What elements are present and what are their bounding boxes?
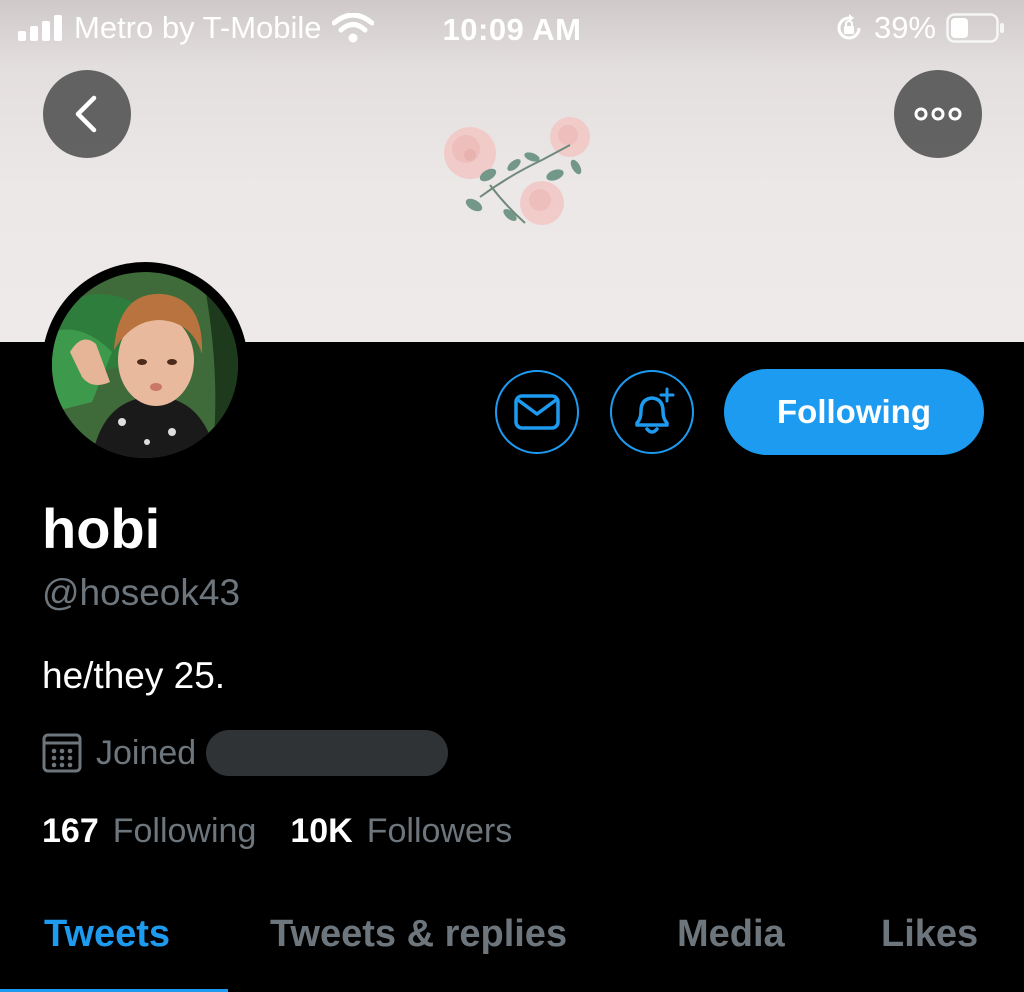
- display-name: hobi: [42, 497, 161, 560]
- rose-illustration: [444, 117, 590, 225]
- following-count: 167: [42, 812, 99, 850]
- avatar-image: [52, 272, 238, 458]
- tab-tweets-replies[interactable]: Tweets & replies: [270, 913, 567, 956]
- followers-count: 10K: [290, 812, 353, 850]
- bell-plus-icon: [635, 387, 675, 434]
- tab-likes[interactable]: Likes: [881, 913, 978, 956]
- profile-bio: he/they 25.: [42, 655, 226, 696]
- followers-count-link[interactable]: 10K Followers: [290, 812, 512, 851]
- profile-avatar[interactable]: [42, 262, 248, 468]
- following-label: Following: [112, 812, 257, 850]
- joined-date: Joined: [42, 730, 449, 776]
- chevron-left-icon: [75, 95, 97, 133]
- tab-media[interactable]: Media: [677, 913, 785, 956]
- following-button[interactable]: Following: [724, 369, 984, 455]
- redacted-join-date: [206, 730, 449, 776]
- envelope-icon: [514, 394, 560, 430]
- followers-label: Followers: [366, 812, 513, 850]
- orientation-lock-icon: [837, 14, 861, 40]
- profile-tabs: Tweets Tweets & replies Media Likes: [0, 905, 1024, 992]
- following-count-link[interactable]: 167 Following: [42, 812, 256, 851]
- user-handle: @hoseok43: [42, 572, 241, 613]
- status-right: 39%: [834, 10, 1006, 46]
- battery-icon: [946, 13, 1004, 43]
- back-button[interactable]: [43, 70, 131, 158]
- notifications-button[interactable]: [610, 370, 694, 454]
- joined-label: Joined: [96, 733, 197, 772]
- more-options-button[interactable]: [894, 70, 982, 158]
- tab-tweets[interactable]: Tweets: [44, 913, 170, 956]
- calendar-icon: [42, 733, 82, 773]
- more-horizontal-icon: [914, 107, 962, 121]
- status-bar: Metro by T-Mobile 10:09 AM 39%: [0, 0, 1024, 58]
- follow-counts: 167 Following 10K Followers: [42, 812, 512, 851]
- battery-percent: 39%: [873, 10, 936, 45]
- message-button[interactable]: [495, 370, 579, 454]
